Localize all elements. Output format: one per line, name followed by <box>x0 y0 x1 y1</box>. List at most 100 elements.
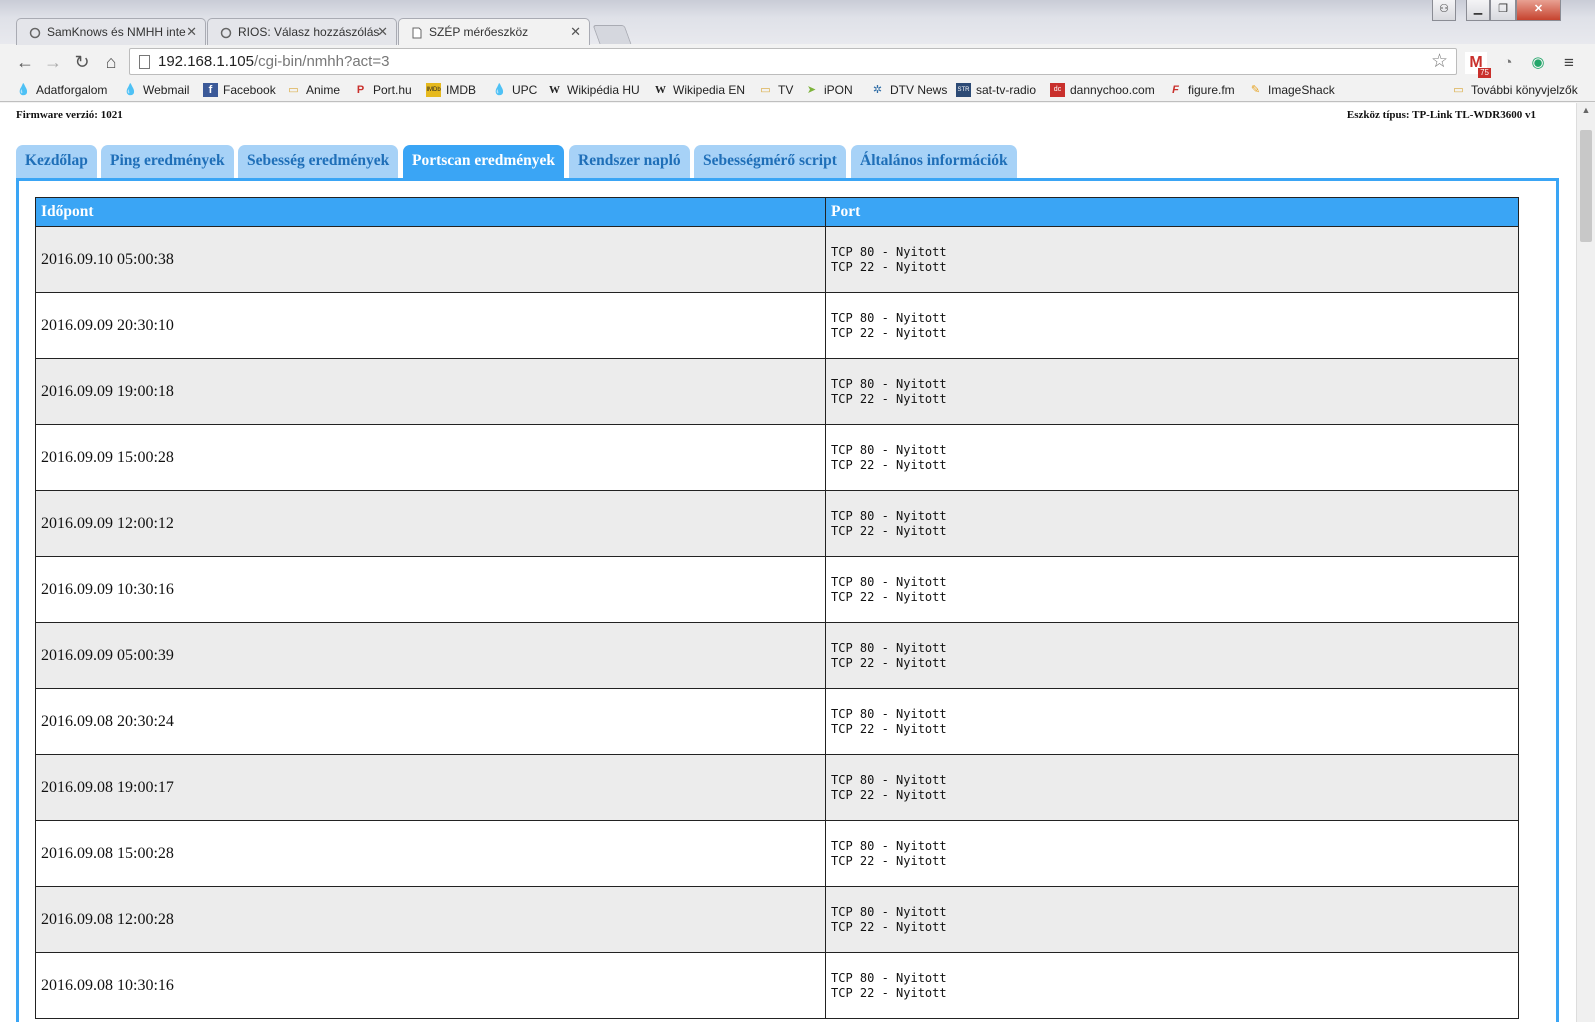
bookmark-webmail[interactable]: 💧 Webmail <box>123 81 190 99</box>
back-icon[interactable]: ← <box>14 51 36 73</box>
port-list: TCP 80 - Nyitott TCP 22 - Nyitott <box>825 292 1519 359</box>
bookmark-imdb[interactable]: IMDb IMDB <box>426 81 476 99</box>
bookmark-wikipedia-en[interactable]: W Wikipedia EN <box>653 81 745 99</box>
url-host: 192.168.1.105 <box>158 53 254 70</box>
scan-time: 2016.09.10 05:00:38 <box>35 226 826 293</box>
portscan-table: Időpont Port 2016.09.10 05:00:38 TCP 80 -… <box>35 197 1519 1019</box>
tab-portscan[interactable]: Portscan eredmények <box>403 145 565 178</box>
port-list: TCP 80 - Nyitott TCP 22 - Nyitott <box>825 358 1519 425</box>
bookmark-label: sat-tv-radio <box>976 83 1037 97</box>
scan-time: 2016.09.09 20:30:10 <box>35 292 826 359</box>
page-icon <box>139 55 150 69</box>
tab-ping[interactable]: Ping eredmények <box>101 145 234 178</box>
table-row: 2016.09.08 15:00:28 TCP 80 - Nyitott TCP 2… <box>35 820 1519 887</box>
port-status: TCP 80 - Nyitott <box>831 574 947 589</box>
address-bar[interactable]: 192.168.1.105/cgi-bin/nmhh?act=3 ☆ <box>129 48 1457 75</box>
bookmark-label: Wikipédia HU <box>567 83 640 97</box>
port-status: TCP 22 - Nyitott <box>831 457 947 472</box>
other-bookmarks[interactable]: ▭ További könyvjelzők <box>1451 81 1577 99</box>
firmware-version: Firmware verzió: 1021 <box>16 109 123 121</box>
scan-time: 2016.09.08 15:00:28 <box>35 820 826 887</box>
figurefm-icon: F <box>1172 84 1179 96</box>
page-scrollbar[interactable]: ▲ <box>1576 103 1595 1022</box>
content-panel: Időpont Port 2016.09.10 05:00:38 TCP 80 -… <box>16 178 1559 1022</box>
port-status: TCP 22 - Nyitott <box>831 853 947 868</box>
browser-tab-title: SamKnows és NMHH inte <box>47 25 186 39</box>
wikipedia-icon: W <box>549 84 560 96</box>
home-icon[interactable]: ⌂ <box>100 51 122 73</box>
folder-icon: ▭ <box>760 84 771 96</box>
close-icon[interactable]: ✕ <box>186 24 197 40</box>
bookmark-star-icon[interactable]: ☆ <box>1431 50 1448 73</box>
bookmark-label: Port.hu <box>373 83 412 97</box>
scan-time: 2016.09.08 12:00:28 <box>35 886 826 953</box>
bookmark-imageshack[interactable]: ✎ ImageShack <box>1248 81 1335 99</box>
maximize-button[interactable]: ❐ <box>1490 0 1516 21</box>
bookmark-adatforgalom[interactable]: 💧 Adatforgalom <box>16 81 108 99</box>
tab-kezdolap[interactable]: Kezdőlap <box>16 145 97 178</box>
bookmark-ipon[interactable]: ➤ iPON <box>804 81 853 99</box>
scan-time: 2016.09.08 19:00:17 <box>35 754 826 821</box>
bookmark-dtv-news[interactable]: ✲ DTV News <box>870 81 947 99</box>
forward-icon[interactable]: → <box>42 51 64 73</box>
tab-rendszer-naplo[interactable]: Rendszer napló <box>569 145 690 178</box>
bookmark-tv[interactable]: ▭ TV <box>758 81 793 99</box>
porthu-icon: P <box>356 84 365 96</box>
table-row: 2016.09.09 05:00:39 TCP 80 - Nyitott TCP 2… <box>35 622 1519 689</box>
extension-badge: 75 <box>1478 68 1491 78</box>
browser-tab-3[interactable]: SZÉP mérőeszköz ✕ <box>398 18 590 45</box>
scan-time: 2016.09.08 20:30:24 <box>35 688 826 755</box>
scan-time: 2016.09.09 19:00:18 <box>35 358 826 425</box>
close-icon[interactable]: ✕ <box>377 24 388 40</box>
user-icon[interactable]: ⚇ <box>1432 0 1456 21</box>
bookmark-upc[interactable]: 💧 UPC <box>492 81 538 99</box>
close-window-button[interactable]: ✕ <box>1516 0 1561 21</box>
bookmark-label: Anime <box>306 83 341 97</box>
bookmark-label: figure.fm <box>1188 83 1235 97</box>
new-tab-button[interactable] <box>592 25 632 44</box>
bookmark-label: Facebook <box>223 83 276 97</box>
bookmark-figurefm[interactable]: Ffigure.fm <box>1168 81 1235 99</box>
eye-extension-icon[interactable]: ◉ <box>1527 52 1549 74</box>
bookmark-dannychoo[interactable]: dc dannychoo.com <box>1050 81 1155 99</box>
bookmark-facebook[interactable]: f Facebook <box>203 81 276 99</box>
port-status: TCP 80 - Nyitott <box>831 508 947 523</box>
port-status: TCP 22 - Nyitott <box>831 655 947 670</box>
tab-sebesseg[interactable]: Sebesség eredmények <box>238 145 399 178</box>
port-list: TCP 80 - Nyitott TCP 22 - Nyitott <box>825 754 1519 821</box>
drop-icon: 💧 <box>123 84 138 96</box>
port-status: TCP 22 - Nyitott <box>831 919 947 934</box>
table-row: 2016.09.08 19:00:17 TCP 80 - Nyitott TCP 2… <box>35 754 1519 821</box>
close-icon[interactable]: ✕ <box>570 24 581 40</box>
minimize-button[interactable]: ▁ <box>1466 0 1490 21</box>
str-icon: STR <box>956 83 971 97</box>
bookmark-wikipedia-hu[interactable]: W Wikipédia HU <box>547 81 640 99</box>
search-extension-icon[interactable]: ◔ <box>1497 52 1519 74</box>
table-row: 2016.09.09 12:00:12 TCP 80 - Nyitott TCP 2… <box>35 490 1519 557</box>
url-text: 192.168.1.105/cgi-bin/nmhh?act=3 <box>158 53 389 70</box>
tab-sebessegmero-script[interactable]: Sebességmérő script <box>694 145 846 178</box>
tab-altalanos-informaciok[interactable]: Általános információk <box>851 145 1017 178</box>
page-content: Firmware verzió: 1021 Eszköz típus: TP-L… <box>0 103 1576 1022</box>
port-list: TCP 80 - Nyitott TCP 22 - Nyitott <box>825 886 1519 953</box>
browser-tab-1[interactable]: SamKnows és NMHH inte ✕ <box>16 18 206 46</box>
menu-icon[interactable]: ≡ <box>1558 52 1580 74</box>
bookmark-porthu[interactable]: P Port.hu <box>353 81 412 99</box>
scrollbar-thumb[interactable] <box>1580 130 1592 242</box>
gmail-extension-icon[interactable]: M 75 <box>1465 52 1491 78</box>
port-status: TCP 22 - Nyitott <box>831 721 947 736</box>
browser-tab-2[interactable]: RIOS: Válasz hozzászólás ✕ <box>207 18 397 46</box>
port-list: TCP 80 - Nyitott TCP 22 - Nyitott <box>825 622 1519 689</box>
bookmark-sat-tv-radio[interactable]: STR sat-tv-radio <box>956 81 1036 99</box>
bookmark-anime[interactable]: ▭ Anime <box>286 81 340 99</box>
scroll-up-icon[interactable]: ▲ <box>1577 105 1595 119</box>
port-status: TCP 22 - Nyitott <box>831 589 947 604</box>
port-status: TCP 22 - Nyitott <box>831 787 947 802</box>
page-icon <box>412 27 422 39</box>
port-status: TCP 80 - Nyitott <box>831 838 947 853</box>
port-status: TCP 22 - Nyitott <box>831 325 947 340</box>
port-status: TCP 80 - Nyitott <box>831 970 947 985</box>
reload-icon[interactable]: ↻ <box>71 51 93 73</box>
bookmark-label: UPC <box>512 83 538 97</box>
port-status: TCP 22 - Nyitott <box>831 523 947 538</box>
